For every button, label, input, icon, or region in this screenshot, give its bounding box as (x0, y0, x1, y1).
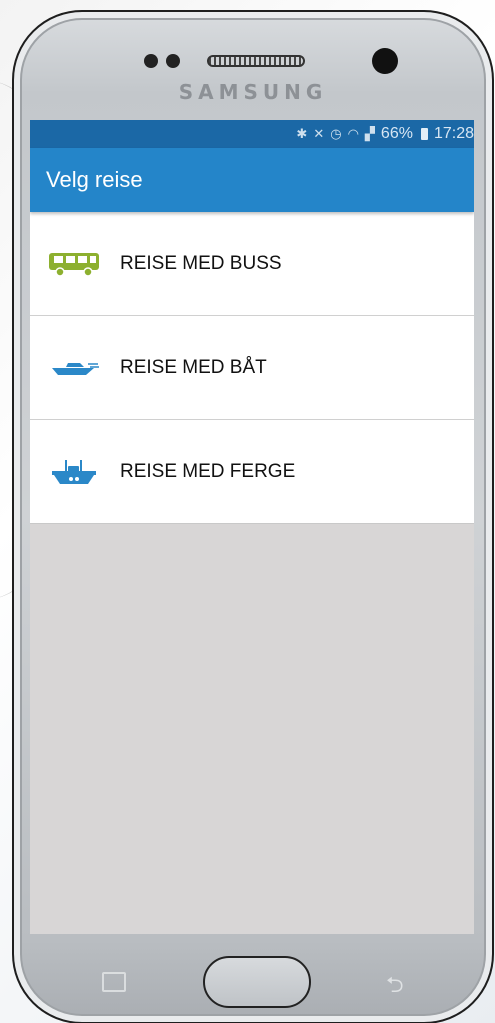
phone-screen: ✱ ✕ ◷ ◠ ▞ 66% 17:28 Velg reise REISE MED… (30, 120, 474, 934)
sensor-dot (144, 54, 158, 68)
menu-item-bus[interactable]: REISE MED BUSS (30, 212, 474, 316)
page-title: Velg reise (46, 167, 143, 192)
phone-frame: SAMSUNG ✱ ✕ ◷ ◠ ▞ 66% 17:28 Velg reise R… (12, 10, 494, 1023)
alarm-icon: ◷ (330, 126, 342, 141)
mute-icon: ✕ (313, 126, 325, 141)
earpiece-speaker (207, 55, 305, 67)
screenshot-stage: SAMSUNG ✱ ✕ ◷ ◠ ▞ 66% 17:28 Velg reise R… (0, 0, 495, 1023)
ferry-icon (46, 457, 102, 487)
bluetooth-icon: ✱ (296, 126, 308, 141)
bus-icon (46, 251, 102, 277)
signal-icon: ▞ (364, 126, 375, 141)
menu-item-label: REISE MED FERGE (120, 460, 296, 482)
app-bar: Velg reise (30, 148, 474, 212)
travel-menu: REISE MED BUSS REISE MED BÅT REISE MED F… (30, 212, 474, 524)
sensor-dot (166, 54, 180, 68)
recent-apps-button[interactable] (102, 972, 126, 992)
front-camera (372, 48, 398, 74)
menu-item-label: REISE MED BÅT (120, 356, 267, 378)
clock: 17:28 (433, 125, 474, 142)
battery-icon (420, 128, 428, 140)
menu-item-ferry[interactable]: REISE MED FERGE (30, 420, 474, 524)
menu-item-label: REISE MED BUSS (120, 252, 282, 274)
wifi-icon: ◠ (347, 126, 359, 141)
battery-percent: 66% (380, 125, 413, 142)
hardware-nav-bar: ⮌ (14, 932, 492, 1022)
status-bar: ✱ ✕ ◷ ◠ ▞ 66% 17:28 (30, 120, 474, 148)
brand-logo: SAMSUNG (178, 80, 328, 104)
home-button[interactable] (203, 956, 311, 1008)
menu-item-boat[interactable]: REISE MED BÅT (30, 316, 474, 420)
boat-icon (46, 357, 102, 379)
back-button[interactable]: ⮌ (386, 968, 404, 1006)
